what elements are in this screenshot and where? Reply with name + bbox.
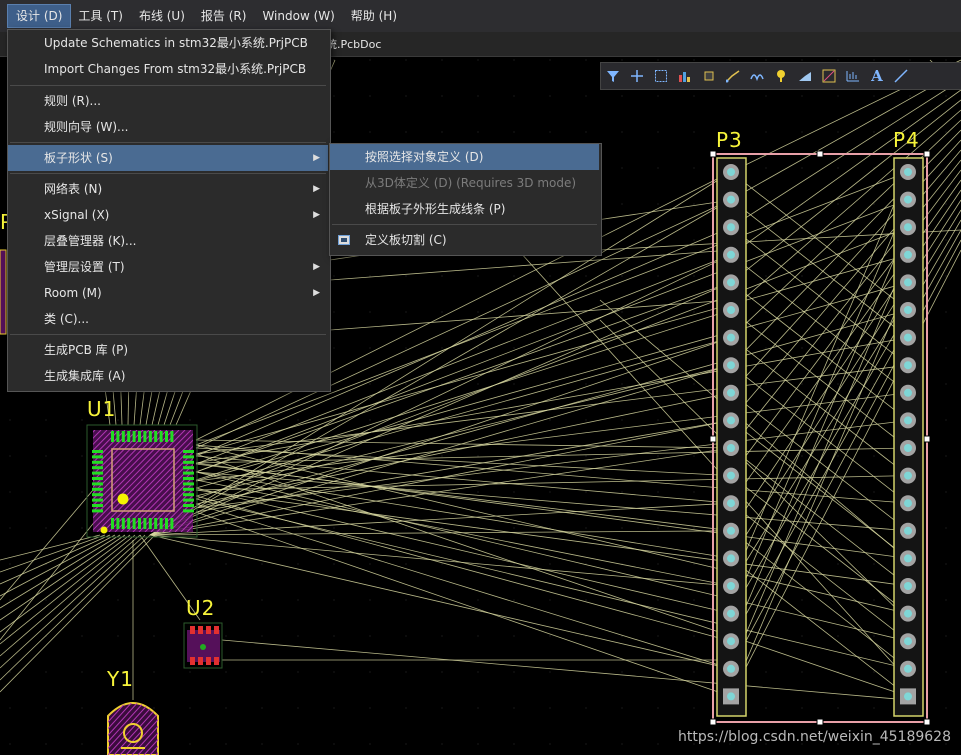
submenu-define-from-selected-label: 按照选择对象定义 (D) xyxy=(365,150,484,164)
pad-icon[interactable] xyxy=(769,65,793,87)
submenu-define-board-cutout-label: 定义板切割 (C) xyxy=(365,233,447,247)
menu-xsignal[interactable]: xSignal (X) ▶ xyxy=(8,202,328,228)
component-icon[interactable] xyxy=(697,65,721,87)
designator-u1: U1 xyxy=(87,397,117,421)
draw-line-icon[interactable] xyxy=(889,65,913,87)
selection-handle[interactable] xyxy=(923,150,931,158)
selection-handle[interactable] xyxy=(816,150,824,158)
designator-u2: U2 xyxy=(186,596,216,620)
menu-rules-label: 规则 (R)... xyxy=(44,94,101,108)
menu-rule-wizard-label: 规则向导 (W)... xyxy=(44,120,129,134)
menu-rule-wizard[interactable]: 规则向导 (W)... xyxy=(8,114,328,140)
menu-board-shape[interactable]: 板子形状 (S) ▶ xyxy=(8,145,328,171)
selection-handle[interactable] xyxy=(816,718,824,726)
chevron-right-icon: ▶ xyxy=(313,262,320,272)
submenu-create-primitives-label: 根据板子外形生成线条 (P) xyxy=(365,202,506,216)
board-cutout-icon xyxy=(338,235,350,245)
menu-layer-sets-label: 管理层设置 (T) xyxy=(44,260,125,274)
menu-layer-stack-manager-label: 层叠管理器 (K)... xyxy=(44,234,137,248)
submenu-define-from-selected[interactable]: 按照选择对象定义 (D) xyxy=(330,144,599,170)
board-shape-submenu: 按照选择对象定义 (D) 从3D体定义 (D) (Requires 3D mod… xyxy=(329,143,602,256)
selection-handle[interactable] xyxy=(923,718,931,726)
menu-board-shape-label: 板子形状 (S) xyxy=(44,151,113,165)
fill-icon[interactable] xyxy=(793,65,817,87)
document-tab[interactable]: 统.PcbDoc xyxy=(326,36,381,52)
arc-route-icon[interactable] xyxy=(745,65,769,87)
menu-help[interactable]: 帮助 (H) xyxy=(343,5,405,27)
menu-layer-stack-manager[interactable]: 层叠管理器 (K)... xyxy=(8,228,328,254)
watermark: https://blog.csdn.net/weixin_45189628 xyxy=(677,729,951,745)
text-icon[interactable]: A xyxy=(865,65,889,87)
designator-p4: P4 xyxy=(893,128,920,152)
menu-update-schematics[interactable]: Update Schematics in stm32最小系统.PrjPCB xyxy=(8,30,328,56)
menu-make-pcb-library[interactable]: 生成PCB 库 (P) xyxy=(8,337,328,363)
chart-icon[interactable] xyxy=(673,65,697,87)
menu-room[interactable]: Room (M) ▶ xyxy=(8,280,328,306)
connector-p3[interactable] xyxy=(716,157,747,717)
menu-layer-sets[interactable]: 管理层设置 (T) ▶ xyxy=(8,254,328,280)
menu-import-changes[interactable]: Import Changes From stm32最小系统.PrjPCB xyxy=(8,56,328,82)
designator-p3: P3 xyxy=(716,128,743,152)
designator-y1: Y1 xyxy=(107,667,134,691)
menu-separator xyxy=(10,142,326,143)
menu-reports[interactable]: 报告 (R) xyxy=(193,5,255,27)
selection-handle[interactable] xyxy=(709,718,717,726)
submenu-define-from-3d-label: 从3D体定义 (D) (Requires 3D mode) xyxy=(365,176,577,190)
filter-icon[interactable] xyxy=(601,65,625,87)
submenu-separator xyxy=(332,224,597,225)
menu-rules[interactable]: 规则 (R)... xyxy=(8,88,328,114)
pcb-active-bar: A xyxy=(600,62,961,90)
line-icon[interactable] xyxy=(817,65,841,87)
menu-make-integrated-library[interactable]: 生成集成库 (A) xyxy=(8,363,328,389)
submenu-define-from-3d[interactable]: 从3D体定义 (D) (Requires 3D mode) xyxy=(330,170,599,196)
menu-xsignal-label: xSignal (X) xyxy=(44,208,110,222)
menu-design[interactable]: 设计 (D) xyxy=(6,4,72,28)
menu-make-integrated-library-label: 生成集成库 (A) xyxy=(44,369,126,383)
menu-netlist-label: 网络表 (N) xyxy=(44,182,103,196)
menu-netlist[interactable]: 网络表 (N) ▶ xyxy=(8,176,328,202)
dimension-icon[interactable] xyxy=(841,65,865,87)
design-dropdown-menu: Update Schematics in stm32最小系统.PrjPCB Im… xyxy=(7,29,331,392)
connector-p4[interactable] xyxy=(893,157,924,717)
component-partial-left[interactable] xyxy=(0,249,7,335)
crosshair-icon[interactable] xyxy=(625,65,649,87)
route-icon[interactable] xyxy=(721,65,745,87)
chevron-right-icon: ▶ xyxy=(313,288,320,298)
menu-tools[interactable]: 工具 (T) xyxy=(70,5,131,27)
menu-window[interactable]: Window (W) xyxy=(254,5,342,27)
submenu-define-board-cutout[interactable]: 定义板切割 (C) xyxy=(330,227,599,253)
selection-handle[interactable] xyxy=(709,435,717,443)
menu-room-label: Room (M) xyxy=(44,286,102,300)
menu-import-changes-label: Import Changes From stm32最小系统.PrjPCB xyxy=(44,62,307,76)
menu-separator xyxy=(10,173,326,174)
menu-separator xyxy=(10,334,326,335)
submenu-create-primitives[interactable]: 根据板子外形生成线条 (P) xyxy=(330,196,599,222)
menu-classes[interactable]: 类 (C)... xyxy=(8,306,328,332)
chevron-right-icon: ▶ xyxy=(313,153,320,163)
chevron-right-icon: ▶ xyxy=(313,210,320,220)
chevron-right-icon: ▶ xyxy=(313,184,320,194)
menu-route[interactable]: 布线 (U) xyxy=(131,5,193,27)
select-rect-icon[interactable] xyxy=(649,65,673,87)
menu-separator xyxy=(10,85,326,86)
selection-handle[interactable] xyxy=(923,435,931,443)
menu-make-pcb-library-label: 生成PCB 库 (P) xyxy=(44,343,129,357)
menu-classes-label: 类 (C)... xyxy=(44,312,90,326)
menu-update-schematics-label: Update Schematics in stm32最小系统.PrjPCB xyxy=(44,36,308,50)
